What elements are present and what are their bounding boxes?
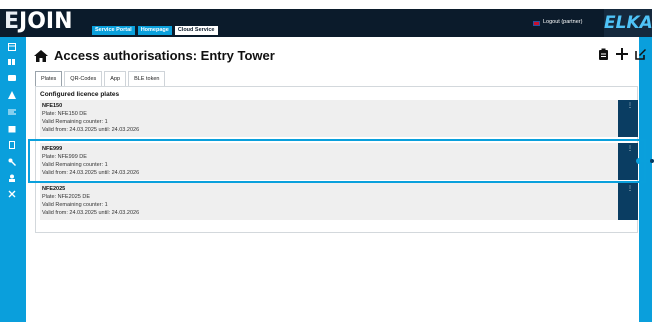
home-icon[interactable] [34,49,48,62]
highlight-dot [636,158,642,164]
nav-service-portal[interactable]: Service Portal [92,26,135,35]
plate-name: NFE2025 [42,186,66,192]
logout-link[interactable]: Logout (partner) [543,19,582,25]
row-menu-button[interactable]: ⋮ [618,183,638,220]
clipboard-icon[interactable] [597,47,609,60]
plate-info: NFE150 Plate: NFE150 DE Valid Remaining … [42,102,139,134]
plate-name: NFE150 [42,103,63,109]
plus-icon[interactable] [616,47,628,60]
highlight-frame [28,139,646,183]
nav-cloud-service[interactable]: Cloud Service [174,26,218,35]
tab-plates[interactable]: Plates [35,71,63,86]
edit-icon[interactable] [635,47,647,60]
sidebar [0,37,26,322]
list-item: NFE150 Plate: NFE150 DE Valid Remaining … [40,100,638,137]
highlight-end-dot [650,159,654,163]
plate-validity: Valid from: 24.03.2025 until: 24.03.2026 [42,210,140,216]
nav-homepage[interactable]: Homepage [137,26,172,35]
top-nav: Service Portal Homepage Cloud Service [92,26,218,35]
row-menu-button[interactable]: ⋮ [618,100,638,137]
tab-ble-token[interactable]: BLE token [128,71,166,86]
list-icon[interactable] [8,74,16,82]
section-title: Configured licence plates [40,91,120,98]
key-icon[interactable] [8,158,16,166]
users-icon[interactable] [8,190,16,198]
plate-validity: Valid from: 24.03.2025 until: 24.03.2026 [42,127,140,133]
more-icon: ⋮ [627,186,633,192]
inbox-icon[interactable] [8,108,16,116]
list-item: NFE2025 Plate: NFE2025 DE Valid Remainin… [40,183,638,220]
more-icon: ⋮ [627,103,633,109]
plate-counter: Valid Remaining counter: 1 [42,202,108,208]
page-actions [597,47,647,60]
page-header: Access authorisations: Entry Tower [34,48,275,63]
page-title: Access authorisations: Entry Tower [54,48,275,63]
app-window: EJOIN Service Portal Homepage Cloud Serv… [0,0,655,322]
plate-number: Plate: NFE2025 DE [42,194,90,200]
tab-bar: Plates QR-Codes App BLE token [35,71,167,86]
plate-counter: Valid Remaining counter: 1 [42,119,108,125]
alert-icon[interactable] [8,91,16,99]
plate-info: NFE2025 Plate: NFE2025 DE Valid Remainin… [42,185,139,217]
dashboard-icon[interactable] [8,43,16,51]
uk-flag-icon[interactable] [533,21,540,26]
device-icon[interactable] [8,141,16,149]
calendar-icon[interactable] [8,125,16,133]
tab-qr-codes[interactable]: QR-Codes [64,71,103,86]
elka-logo: ELKA [604,9,653,37]
plate-number: Plate: NFE150 DE [42,111,87,117]
user-icon[interactable] [8,174,16,182]
grid-icon[interactable] [8,58,16,66]
tab-app[interactable]: App [104,71,127,86]
join-logo: EJOIN [4,9,73,34]
